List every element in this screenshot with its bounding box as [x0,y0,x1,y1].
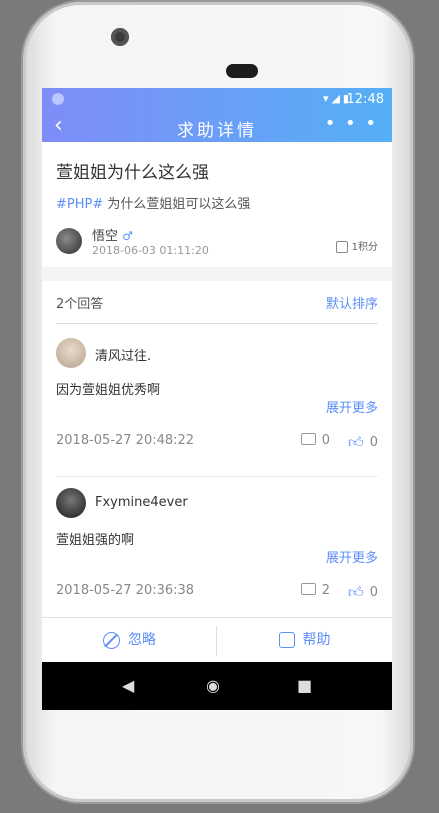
thumbs-up-icon: 👍︎ [348,583,364,601]
answerer-avatar[interactable] [56,338,86,368]
comment-count: 2 [321,583,330,598]
asker-avatar[interactable] [56,228,82,254]
edit-icon [278,632,295,648]
system-recents-icon[interactable]: ■ [297,676,312,695]
like-button[interactable]: 👍︎ 0 [348,433,378,452]
answer-time: 2018-05-27 20:36:38 [56,583,195,598]
status-time: 12:48 [346,92,384,107]
system-home-icon[interactable]: ◉ [206,676,220,695]
question-desc-text: 为什么萱姐姐可以这么强 [103,197,251,212]
sort-button[interactable]: 默认排序 [326,293,378,312]
system-nav-bar: ◀ ◉ ■ [42,662,392,710]
ignore-button[interactable]: 忽略 [42,618,217,663]
nav-bar: ‹ 求助详情 • • • [42,111,392,142]
answer-item: 清风过往. 因为萱姐姐优秀啊 展开更多 2018-05-27 20:48:22 … [42,338,392,488]
front-camera [111,28,129,46]
answers-count: 2个回答 [56,297,104,312]
answers-section: 2个回答 默认排序 清风过往. 因为萱姐姐优秀啊 展开更多 2018-05-27… [42,281,392,621]
help-button[interactable]: 帮助 [217,618,392,663]
more-icon[interactable]: • • • [325,113,378,134]
answerer-name[interactable]: Fxymine4ever [95,495,188,510]
expand-more-button[interactable]: 展开更多 [326,547,378,566]
expand-more-button[interactable]: 展开更多 [326,397,378,416]
question-points: 1积分 [335,238,378,253]
answer-item: Fxymine4ever 萱姐姐强的啊 展开更多 2018-05-27 20:3… [42,488,392,638]
ignore-label: 忽略 [128,632,156,648]
earpiece-speaker [226,64,258,78]
question-description: #PHP# 为什么萱姐姐可以这么强 [56,193,250,212]
like-count: 0 [369,435,378,450]
question-time: 2018-06-03 01:11:20 [92,244,209,257]
answerer-avatar[interactable] [56,488,86,518]
comment-button[interactable]: 2 [300,583,330,598]
answer-text: 萱姐姐强的啊 [56,533,135,548]
notification-icon [52,93,64,105]
comment-button[interactable]: 0 [300,433,330,448]
help-label: 帮助 [302,632,331,648]
divider [56,476,378,477]
status-bar: ▾◢▮ 12:48 [42,88,392,111]
thumbs-up-icon: 👍︎ [348,433,364,451]
question-tag[interactable]: #PHP# [56,197,103,212]
bottom-action-bar: 忽略 帮助 [42,617,392,663]
ignore-icon [103,631,120,649]
asker-info: 悟空 ♂ [92,225,133,244]
gender-male-icon: ♂ [122,229,133,243]
answer-time: 2018-05-27 20:48:22 [56,433,195,448]
like-count: 0 [369,585,378,600]
asker-name[interactable]: 悟空 [92,229,118,244]
points-label: 1积分 [351,242,378,253]
system-back-icon[interactable]: ◀ [122,676,134,695]
like-button[interactable]: 👍︎ 0 [348,583,378,602]
question-card: 萱姐姐为什么这么强 #PHP# 为什么萱姐姐可以这么强 悟空 ♂ 2018-06… [42,142,392,267]
screen: ▾◢▮ 12:48 ‹ 求助详情 • • • 萱姐姐为什么这么强 #PHP# 为… [42,88,392,710]
divider [56,323,378,324]
comment-icon [300,433,316,445]
comment-icon [300,583,316,595]
points-icon [335,241,348,253]
answerer-name[interactable]: 清风过往. [95,345,151,364]
answer-text: 因为萱姐姐优秀啊 [56,383,161,398]
comment-count: 0 [321,433,330,448]
question-title: 萱姐姐为什么这么强 [56,163,209,183]
